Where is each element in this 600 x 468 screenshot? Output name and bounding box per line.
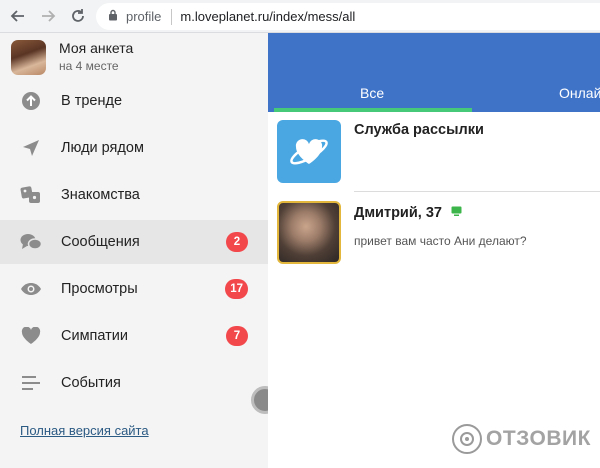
sidebar-item-trending[interactable]: В тренде <box>0 79 268 123</box>
sidebar-item-label: Симпатии <box>61 328 128 344</box>
sidebar-item-label: Люди рядом <box>61 140 144 156</box>
unread-badge: 2 <box>226 232 248 252</box>
full-version-link[interactable]: Полная версия сайта <box>20 423 149 438</box>
online-desktop-icon <box>451 205 462 221</box>
profile-name[interactable]: Моя анкета <box>59 40 133 56</box>
service-avatar[interactable] <box>277 120 341 183</box>
heart-icon <box>20 325 42 347</box>
back-arrow-icon[interactable] <box>6 4 30 28</box>
events-lines-icon <box>20 372 42 394</box>
eye-icon <box>20 278 42 300</box>
tab-all[interactable]: Все <box>360 85 384 101</box>
conversation-name-text: Дмитрий, 37 <box>354 205 442 221</box>
message-preview: привет вам часто Ани делают? <box>354 234 527 248</box>
views-badge: 17 <box>225 279 248 299</box>
conversation-name: Дмитрий, 37 <box>354 205 462 221</box>
sidebar: Моя анкета на 4 месте В тренде Люди рядо… <box>0 33 268 468</box>
forward-arrow-icon[interactable] <box>36 4 60 28</box>
sidebar-item-likes[interactable]: Симпатии 7 <box>0 314 268 358</box>
profile-rank: на 4 месте <box>59 59 119 73</box>
url-prefix: profile <box>126 9 162 24</box>
heart-planet-icon <box>290 138 328 165</box>
cards-icon <box>20 184 42 206</box>
list-item[interactable]: Служба рассылки <box>268 112 600 183</box>
conversation-name: Служба рассылки <box>354 122 484 138</box>
watermark-logo-icon <box>452 424 482 454</box>
address-bar[interactable]: profile m.loveplanet.ru/index/mess/all <box>96 3 600 30</box>
lock-icon[interactable] <box>108 9 118 24</box>
sidebar-item-label: Знакомства <box>61 187 140 203</box>
location-arrow-icon <box>20 137 42 159</box>
divider <box>354 191 600 192</box>
reload-icon[interactable] <box>66 4 90 28</box>
sidebar-item-views[interactable]: Просмотры 17 <box>0 267 268 311</box>
browser-toolbar: profile m.loveplanet.ru/index/mess/all <box>0 0 600 33</box>
sidebar-item-label: Просмотры <box>61 281 138 297</box>
chat-bubbles-icon <box>20 231 42 253</box>
avatar[interactable] <box>11 40 46 75</box>
likes-badge: 7 <box>226 326 248 346</box>
watermark-text: ОТЗОВИК <box>486 427 591 450</box>
trending-up-icon <box>20 90 42 112</box>
url-separator <box>171 8 173 25</box>
tab-online[interactable]: Онлай <box>559 85 600 101</box>
watermark: ОТЗОВИК <box>452 424 591 454</box>
sidebar-item-messages[interactable]: Сообщения 2 <box>0 220 268 264</box>
url-text[interactable]: m.loveplanet.ru/index/mess/all <box>180 9 355 24</box>
messages-panel: Все Онлай Служба рассылки Дмитрий, 37 пр… <box>268 33 600 468</box>
sidebar-item-label: В тренде <box>61 93 123 109</box>
sidebar-item-label: События <box>61 375 121 391</box>
profile-link[interactable]: Моя анкета на 4 месте <box>0 33 268 79</box>
tab-bar: Все Онлай <box>268 33 600 112</box>
list-item[interactable]: Дмитрий, 37 привет вам часто Ани делают? <box>268 193 600 264</box>
sidebar-item-dating[interactable]: Знакомства <box>0 173 268 217</box>
sidebar-item-label: Сообщения <box>61 234 140 250</box>
sidebar-item-events[interactable]: События <box>0 361 268 405</box>
sidebar-item-nearby[interactable]: Люди рядом <box>0 126 268 170</box>
avatar[interactable] <box>277 201 341 264</box>
